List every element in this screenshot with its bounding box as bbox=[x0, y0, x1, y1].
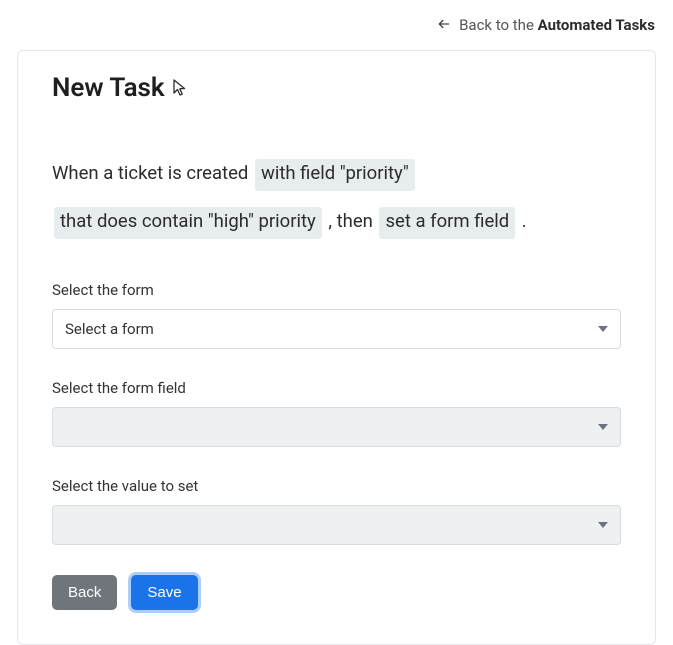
form-field-select-label: Select the form field bbox=[52, 379, 621, 397]
rule-sentence: When a ticket is created with field "pri… bbox=[52, 149, 621, 245]
form-select[interactable]: Select a form bbox=[52, 309, 621, 349]
sentence-part1: When a ticket is created bbox=[52, 162, 253, 184]
cursor-icon bbox=[173, 79, 188, 97]
value-select-label: Select the value to set bbox=[52, 477, 621, 495]
sentence-part2: , then bbox=[328, 210, 377, 232]
caret-down-icon bbox=[598, 326, 608, 332]
arrow-left-icon bbox=[437, 17, 451, 34]
new-task-card: New Task When a ticket is created with f… bbox=[17, 50, 656, 645]
caret-down-icon bbox=[598, 424, 608, 430]
back-button[interactable]: Back bbox=[52, 575, 117, 610]
caret-down-icon bbox=[598, 522, 608, 528]
sentence-part3: . bbox=[522, 210, 527, 232]
form-field-select[interactable] bbox=[52, 407, 621, 447]
condition-field-chip[interactable]: with field "priority" bbox=[255, 159, 415, 191]
condition-operator-chip[interactable]: that does contain "high" priority bbox=[54, 207, 322, 239]
page-title: New Task bbox=[52, 73, 165, 103]
backlink-bold: Automated Tasks bbox=[538, 16, 655, 34]
action-chip[interactable]: set a form field bbox=[379, 207, 515, 239]
form-select-value: Select a form bbox=[65, 320, 154, 338]
save-button[interactable]: Save bbox=[131, 575, 197, 610]
form-select-label: Select the form bbox=[52, 281, 621, 299]
value-select[interactable] bbox=[52, 505, 621, 545]
back-to-automated-tasks-link[interactable]: Back to the Automated Tasks bbox=[437, 16, 655, 34]
backlink-prefix: Back to the bbox=[459, 16, 538, 34]
backlink-text: Back to the Automated Tasks bbox=[459, 16, 655, 34]
